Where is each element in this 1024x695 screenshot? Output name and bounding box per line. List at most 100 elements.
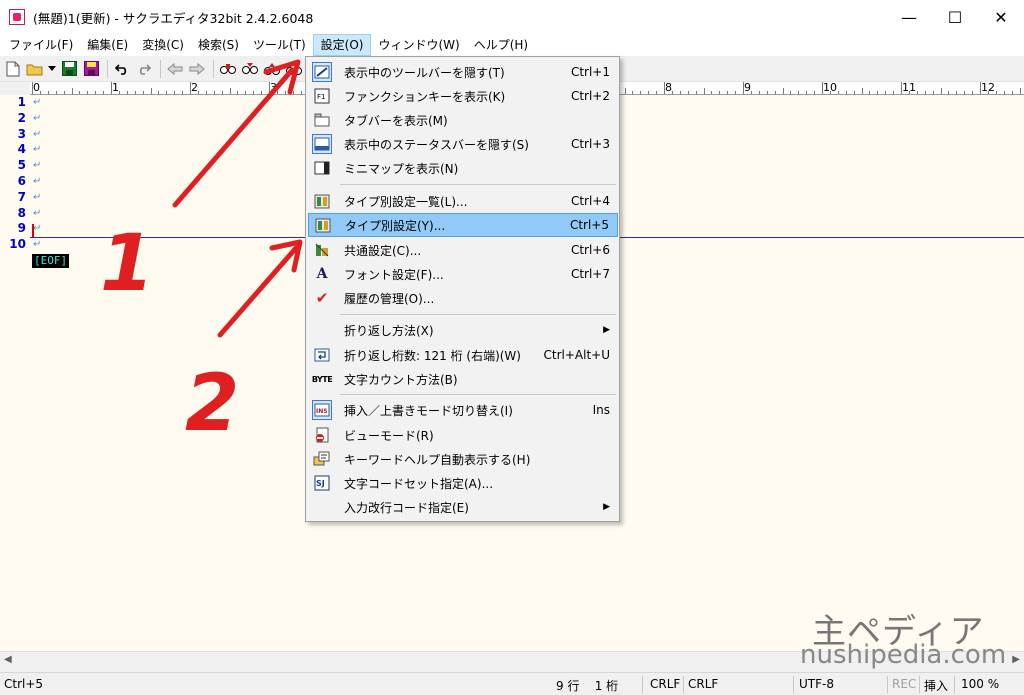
menu-window[interactable]: ウィンドウ(W) (371, 34, 466, 56)
menu-search[interactable]: 検索(S) (191, 34, 246, 56)
line-return-icon: ↵ (33, 223, 42, 235)
save-all-icon[interactable] (81, 59, 101, 79)
menu-separator (340, 394, 616, 395)
menu-item-show-tabbar[interactable]: タブバーを表示(M) (308, 108, 618, 132)
line-number[interactable]: 6 (0, 174, 26, 190)
ruler-tick (166, 91, 168, 94)
ruler-tick (908, 91, 910, 94)
line-number[interactable]: 8 (0, 206, 26, 222)
byte-count-icon: BYTE (311, 374, 333, 384)
menu-item-wrap-method[interactable]: 折り返し方法(X) ▶ (308, 318, 618, 342)
tabbar-icon (312, 110, 332, 130)
menu-item-common-settings[interactable]: 共通設定(C)... Ctrl+6 (308, 238, 618, 262)
line-number[interactable]: 7 (0, 190, 26, 206)
menu-convert[interactable]: 変換(C) (135, 34, 191, 56)
menu-item-label: 表示中のステータスバーを隠す(S) (344, 137, 529, 152)
line-return-icon: ↵ (33, 176, 42, 187)
ruler-tick (47, 91, 49, 94)
ruler-tick (719, 91, 721, 94)
menu-item-history[interactable]: ✔ 履歴の管理(O)... (308, 286, 618, 310)
menu-item-font-settings[interactable]: A フォント設定(F)... Ctrl+7 (308, 262, 618, 286)
line-number[interactable]: 4 (0, 142, 26, 158)
save-icon[interactable] (59, 59, 79, 79)
menu-tools[interactable]: ツール(T) (246, 34, 313, 56)
ruler-tick (766, 91, 768, 94)
line-number[interactable]: 2 (0, 111, 26, 127)
window-title: (無題)1(更新) - サクラエディタ32bit 2.4.2.6048 (33, 10, 314, 26)
search-prev-icon[interactable] (262, 59, 282, 79)
menu-separator (340, 184, 616, 185)
search-icon[interactable] (218, 59, 238, 79)
ruler-tick (71, 88, 73, 94)
menu-item-shortcut: Ctrl+4 (570, 194, 610, 208)
ruler-tick (782, 88, 784, 94)
menu-edit[interactable]: 編集(E) (80, 34, 135, 56)
menu-item-hide-statusbar[interactable]: 表示中のステータスバーを隠す(S) Ctrl+3 (308, 132, 618, 156)
status-encoding[interactable]: UTF-8 (799, 677, 834, 691)
menu-item-insert-overwrite[interactable]: INS 挿入／上書きモード切り替え(I) Ins (308, 398, 618, 422)
menu-item-char-count-method[interactable]: BYTE 文字カウント方法(B) (308, 367, 618, 391)
redo-icon[interactable] (134, 59, 154, 79)
close-button[interactable]: ✕ (978, 0, 1024, 34)
undo-icon[interactable] (112, 59, 132, 79)
window-controls: — ☐ ✕ (886, 0, 1024, 34)
menu-item-label: 共通設定(C)... (344, 243, 422, 258)
ruler-tick (79, 91, 81, 94)
statusbar-icon (312, 134, 332, 154)
app-icon[interactable] (9, 9, 25, 25)
menu-item-label: ビューモード(R) (344, 428, 434, 443)
ruler-tick (853, 91, 855, 94)
menu-item-type-settings-list[interactable]: タイプ別設定一覧(L)... Ctrl+4 (308, 189, 618, 213)
search-next-icon[interactable] (240, 59, 260, 79)
menu-item-show-function-keys[interactable]: F1 ファンクションキーを表示(K) Ctrl+2 (308, 84, 618, 108)
scroll-right-icon[interactable]: ▶ (1012, 654, 1020, 665)
scroll-left-icon[interactable]: ◀ (4, 654, 12, 665)
menu-settings[interactable]: 設定(O) (312, 34, 372, 56)
ruler-tick (869, 91, 871, 94)
text-caret (32, 224, 34, 237)
menu-help[interactable]: ヘルプ(H) (467, 34, 535, 56)
ruler-tick (276, 91, 278, 94)
menu-item-type-settings[interactable]: タイプ別設定(Y)... Ctrl+5 (308, 213, 618, 237)
line-number[interactable]: 3 (0, 127, 26, 143)
menu-item-shortcut: Ctrl+2 (570, 89, 610, 103)
menu-item-view-mode[interactable]: ビューモード(R) (308, 423, 618, 447)
menu-file[interactable]: ファイル(F) (2, 34, 80, 56)
menu-item-keyword-help[interactable]: キーワードヘルプ自動表示する(H) (308, 447, 618, 471)
ruler-tick (956, 91, 958, 94)
ruler-tick (687, 91, 689, 94)
jump-forward-icon[interactable] (187, 59, 207, 79)
type-list-icon (312, 191, 332, 211)
line-number[interactable]: 10 (0, 237, 26, 253)
new-file-icon[interactable] (3, 59, 23, 79)
menu-item-input-eol[interactable]: 入力改行コード指定(E) ▶ (308, 495, 618, 519)
status-insert-mode[interactable]: 挿入 (924, 677, 948, 694)
menu-item-hide-toolbar[interactable]: 表示中のツールバーを隠す(T) Ctrl+1 (308, 60, 618, 84)
line-number[interactable]: 9 (0, 221, 26, 237)
minimize-button[interactable]: — (886, 0, 932, 34)
ruler-tick (940, 88, 942, 94)
line-return-icon: ↵ (33, 97, 42, 108)
jump-back-icon[interactable] (165, 59, 185, 79)
toolbar-separator (107, 59, 108, 78)
ruler-tick (1011, 91, 1013, 94)
ruler-tick (640, 91, 642, 94)
line-return-icon: ↵ (33, 191, 42, 203)
ruler-tick (158, 91, 160, 94)
app-window: (無題)1(更新) - サクラエディタ32bit 2.4.2.6048 — ☐ … (0, 0, 1024, 695)
dropdown-arrow-icon[interactable] (47, 59, 57, 79)
menu-item-charset[interactable]: SJ 文字コードセット指定(A)... (308, 471, 618, 495)
status-eol-2: CRLF (688, 677, 719, 691)
line-number[interactable]: 1 (0, 95, 26, 111)
menu-item-label: 履歴の管理(O)... (344, 291, 435, 306)
menu-item-show-minimap[interactable]: ミニマップを表示(N) (308, 156, 618, 180)
search-down-icon[interactable] (284, 59, 304, 79)
maximize-button[interactable]: ☐ (932, 0, 978, 34)
status-eol-1: CRLF (650, 677, 681, 691)
ruler-tick (87, 91, 89, 94)
ruler-tick (190, 82, 191, 94)
open-folder-icon[interactable] (25, 59, 45, 79)
line-number[interactable]: 5 (0, 158, 26, 174)
status-divider (919, 676, 920, 693)
menu-item-wrap-column[interactable]: 折り返し桁数: 121 桁 (右端)(W) Ctrl+Alt+U (308, 343, 618, 367)
